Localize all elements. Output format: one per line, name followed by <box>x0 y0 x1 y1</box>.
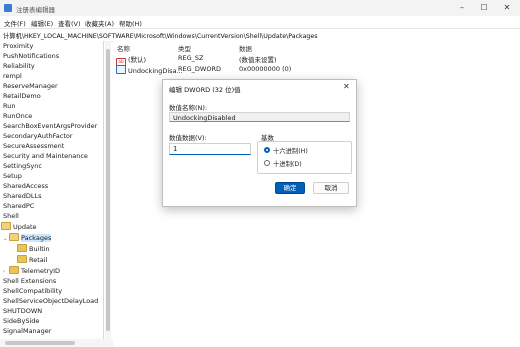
horizontal-scrollbar-thumb[interactable] <box>5 341 75 345</box>
registry-app-icon <box>4 4 12 12</box>
tree-item[interactable]: SideBySide <box>3 317 39 325</box>
tree-item[interactable]: SHUTDOWN <box>3 307 42 315</box>
value-data-label: 数值数据(V): <box>169 134 207 142</box>
tree-horizontal-scrollbar[interactable] <box>0 339 113 347</box>
tree-item[interactable]: ReserveManager <box>3 82 58 90</box>
value-data: (数值未设置) <box>239 56 277 64</box>
tree-item-telemetry[interactable]: › TelemetryID <box>3 266 60 275</box>
tree-item[interactable]: Run <box>3 102 15 110</box>
hex-radio[interactable] <box>264 147 270 153</box>
tree-item[interactable]: SecondaryAuthFactor <box>3 132 73 140</box>
tree-item[interactable]: RunOnce <box>3 112 32 120</box>
tree-item[interactable]: PushNotifications <box>3 52 59 60</box>
tree-item[interactable]: Shell <box>3 212 19 220</box>
tree-item[interactable]: Shell Extensions <box>3 277 56 285</box>
ok-button[interactable]: 确定 <box>275 182 305 194</box>
tree-scrollbar[interactable] <box>105 41 111 340</box>
folder-icon <box>17 255 27 263</box>
value-data-input[interactable]: 1 <box>169 143 251 155</box>
tree-item[interactable]: Setup <box>3 172 22 180</box>
menu-edit[interactable]: 编辑(E) <box>31 18 53 28</box>
value-name: (默认) <box>128 56 147 64</box>
tree-item[interactable]: SharedAccess <box>3 182 48 190</box>
value-name-label: 数值名称(N): <box>169 104 208 112</box>
folder-icon <box>9 266 19 274</box>
tree-item-label: Update <box>13 223 37 231</box>
hex-radio-label[interactable]: 十六进制(H) <box>273 146 308 155</box>
value-name-field: UndockingDisabled <box>169 112 350 122</box>
dialog-title: 编辑 DWORD (32 位)值 <box>169 86 241 94</box>
tree-item-label: Builtin <box>29 245 50 253</box>
key-tree[interactable]: Proximity PushNotifications Reliability … <box>0 41 104 340</box>
tree-item-label: Retail <box>29 256 48 264</box>
menu-view[interactable]: 查看(V) <box>58 18 81 28</box>
tree-scrollbar-thumb[interactable] <box>106 49 110 331</box>
column-header-name[interactable]: 名称 <box>117 43 130 53</box>
tree-item-label: Packages <box>21 234 52 242</box>
tree-item[interactable]: ShellServiceObjectDelayLoad <box>3 297 98 305</box>
edit-dword-dialog: 编辑 DWORD (32 位)值 ✕ 数值名称(N): UndockingDis… <box>162 79 357 207</box>
tree-item[interactable]: ShellCompatibility <box>3 287 62 295</box>
tree-item-label: TelemetryID <box>21 267 60 275</box>
window-title: 注册表编辑器 <box>16 6 55 14</box>
menu-file[interactable]: 文件(F) <box>4 18 26 28</box>
cancel-button[interactable]: 取消 <box>313 182 349 194</box>
close-button[interactable]: ✕ <box>497 2 517 14</box>
tree-item[interactable]: Proximity <box>3 42 33 50</box>
column-header-data[interactable]: 数据 <box>239 43 252 53</box>
value-type: REG_DWORD <box>178 65 221 73</box>
folder-open-icon <box>9 233 19 241</box>
value-row[interactable]: UndockingDisa... <box>116 65 183 75</box>
tree-item[interactable]: Security and Maintenance <box>3 152 88 160</box>
tree-item[interactable]: SharedDLLs <box>3 192 42 200</box>
menu-bar: 文件(F) 编辑(E) 查看(V) 收藏夹(A) 帮助(H) <box>0 16 520 28</box>
tree-item-retail[interactable]: Retail <box>17 255 47 264</box>
maximize-button[interactable]: ☐ <box>474 2 494 14</box>
tree-item-builtin[interactable]: Builtin <box>17 244 50 253</box>
menu-favorites[interactable]: 收藏夹(A) <box>85 18 114 28</box>
minimize-button[interactable]: – <box>452 2 472 14</box>
folder-open-icon <box>1 222 11 230</box>
address-bar[interactable]: 计算机\HKEY_LOCAL_MACHINE\SOFTWARE\Microsof… <box>0 28 520 42</box>
address-path[interactable]: 计算机\HKEY_LOCAL_MACHINE\SOFTWARE\Microsof… <box>3 31 318 40</box>
tree-item[interactable]: SettingSync <box>3 162 42 170</box>
binary-value-icon <box>116 65 126 74</box>
dialog-close-button[interactable]: ✕ <box>343 82 350 91</box>
folder-icon <box>17 244 27 252</box>
tree-item[interactable]: RetailDemo <box>3 92 41 100</box>
tree-item-update[interactable]: Update <box>1 222 37 231</box>
column-header-type[interactable]: 类型 <box>178 43 191 53</box>
tree-item[interactable]: rempl <box>3 72 22 80</box>
tree-item[interactable]: SearchBoxEventArgsProvider <box>3 122 97 130</box>
value-type: REG_SZ <box>178 54 204 62</box>
base-group: 十六进制(H) 十进制(D) <box>257 141 352 174</box>
tree-item[interactable]: Reliability <box>3 62 35 70</box>
dialog-title-bar: 编辑 DWORD (32 位)值 ✕ <box>163 80 356 94</box>
value-data: 0x00000000 (0) <box>239 65 292 73</box>
decimal-radio[interactable] <box>264 160 270 166</box>
registry-editor-window: 注册表编辑器 – ☐ ✕ 文件(F) 编辑(E) 查看(V) 收藏夹(A) 帮助… <box>0 0 520 347</box>
title-bar: 注册表编辑器 – ☐ ✕ <box>0 0 520 16</box>
tree-item-packages[interactable]: ⌄ Packages <box>3 233 52 242</box>
value-name: UndockingDisa... <box>128 67 183 75</box>
menu-help[interactable]: 帮助(H) <box>119 18 142 28</box>
tree-item[interactable]: SecureAssessment <box>3 142 64 150</box>
tree-item[interactable]: SignalManager <box>3 327 51 335</box>
tree-item[interactable]: SharedPC <box>3 202 34 210</box>
decimal-radio-label[interactable]: 十进制(D) <box>273 159 302 168</box>
